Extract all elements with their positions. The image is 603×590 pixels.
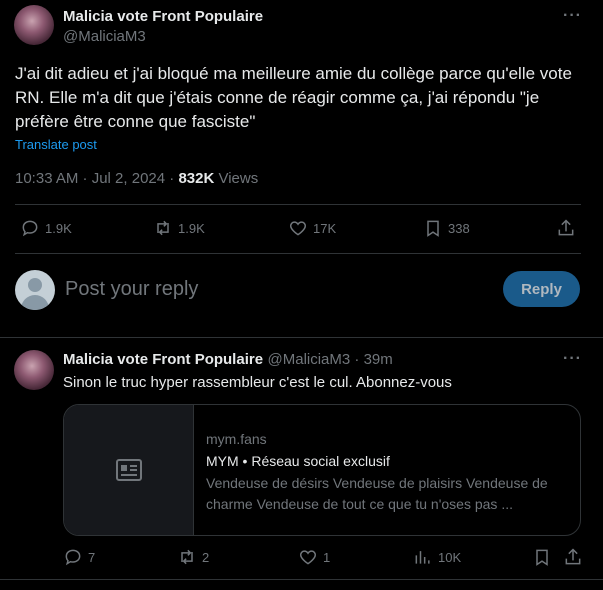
repost-icon xyxy=(157,220,169,236)
reply-share-action[interactable] xyxy=(563,547,583,567)
card-body: mym.fans MYM • Réseau social exclusif Ve… xyxy=(194,405,580,535)
share-icon xyxy=(565,548,581,565)
comment-icon xyxy=(65,549,81,566)
views-count: 832K xyxy=(178,170,215,187)
tweet-meta: 10:33 AM · Jul 2, 2024 · 832K Views xyxy=(15,170,258,187)
reply-reply-action[interactable]: 7 xyxy=(63,547,95,567)
reply-count: 1.9K xyxy=(45,220,72,236)
reply-bookmark-action[interactable] xyxy=(532,547,552,567)
analytics-icon xyxy=(415,551,430,564)
share-action[interactable] xyxy=(556,218,576,238)
article-icon xyxy=(115,459,142,481)
reply-text: Sinon le truc hyper rassembleur c'est le… xyxy=(63,374,452,391)
share-icon xyxy=(558,219,574,236)
reply-repost-action[interactable]: 2 xyxy=(177,547,209,567)
reply-action[interactable]: 1.9K xyxy=(20,218,72,238)
card-domain: mym.fans xyxy=(206,431,267,447)
author-display-name[interactable]: Malicia vote Front Populaire xyxy=(63,8,263,25)
divider xyxy=(0,337,603,338)
repost-action[interactable]: 1.9K xyxy=(153,218,205,238)
bookmark-icon xyxy=(536,549,548,566)
reply-views-action[interactable]: 10K xyxy=(413,547,461,567)
heart-icon xyxy=(289,221,307,236)
card-title: MYM • Réseau social exclusif xyxy=(206,453,390,469)
bookmark-count: 338 xyxy=(448,220,470,236)
divider xyxy=(0,579,603,580)
reply-more-options-icon[interactable]: ··· xyxy=(563,350,582,368)
author-avatar[interactable] xyxy=(14,5,54,45)
reply-button[interactable]: Reply xyxy=(503,271,580,307)
tweet-timestamp[interactable]: 10:33 AM · Jul 2, 2024 · xyxy=(15,170,178,187)
like-count: 17K xyxy=(313,220,337,236)
like-action[interactable]: 17K xyxy=(288,218,336,238)
reply-header: Malicia vote Front Populaire @MaliciaM3 … xyxy=(63,351,393,369)
reply-views-count: 10K xyxy=(438,549,462,565)
bookmark-action[interactable]: 338 xyxy=(423,218,470,238)
link-card[interactable]: mym.fans MYM • Réseau social exclusif Ve… xyxy=(63,404,581,536)
translate-post-link[interactable]: Translate post xyxy=(15,137,97,152)
repost-icon xyxy=(181,549,193,565)
card-thumbnail xyxy=(64,405,194,535)
heart-icon xyxy=(299,550,317,565)
views-label: Views xyxy=(214,170,259,187)
comment-icon xyxy=(22,220,38,237)
user-avatar[interactable] xyxy=(15,270,55,310)
reply-author-handle-time[interactable]: @MaliciaM3 · 39m xyxy=(268,351,393,368)
tweet-text: J'ai dit adieu et j'ai bloqué ma meilleu… xyxy=(15,64,572,131)
repost-count: 1.9K xyxy=(178,220,205,236)
reply-reply-count: 7 xyxy=(88,549,96,565)
bookmark-icon xyxy=(427,220,439,237)
card-description: Vendeuse de désirs Vendeuse de plaisirs … xyxy=(206,475,548,512)
reply-author-display-name[interactable]: Malicia vote Front Populaire xyxy=(63,351,263,368)
reply-like-count: 1 xyxy=(323,549,331,565)
divider xyxy=(15,204,581,205)
reply-author-avatar[interactable] xyxy=(14,350,54,390)
reply-like-action[interactable]: 1 xyxy=(298,547,330,567)
reply-input[interactable]: Post your reply xyxy=(65,278,198,301)
divider xyxy=(15,253,581,254)
more-options-icon[interactable]: ··· xyxy=(563,7,582,25)
author-handle[interactable]: @MaliciaM3 xyxy=(63,28,146,45)
reply-repost-count: 2 xyxy=(202,549,210,565)
